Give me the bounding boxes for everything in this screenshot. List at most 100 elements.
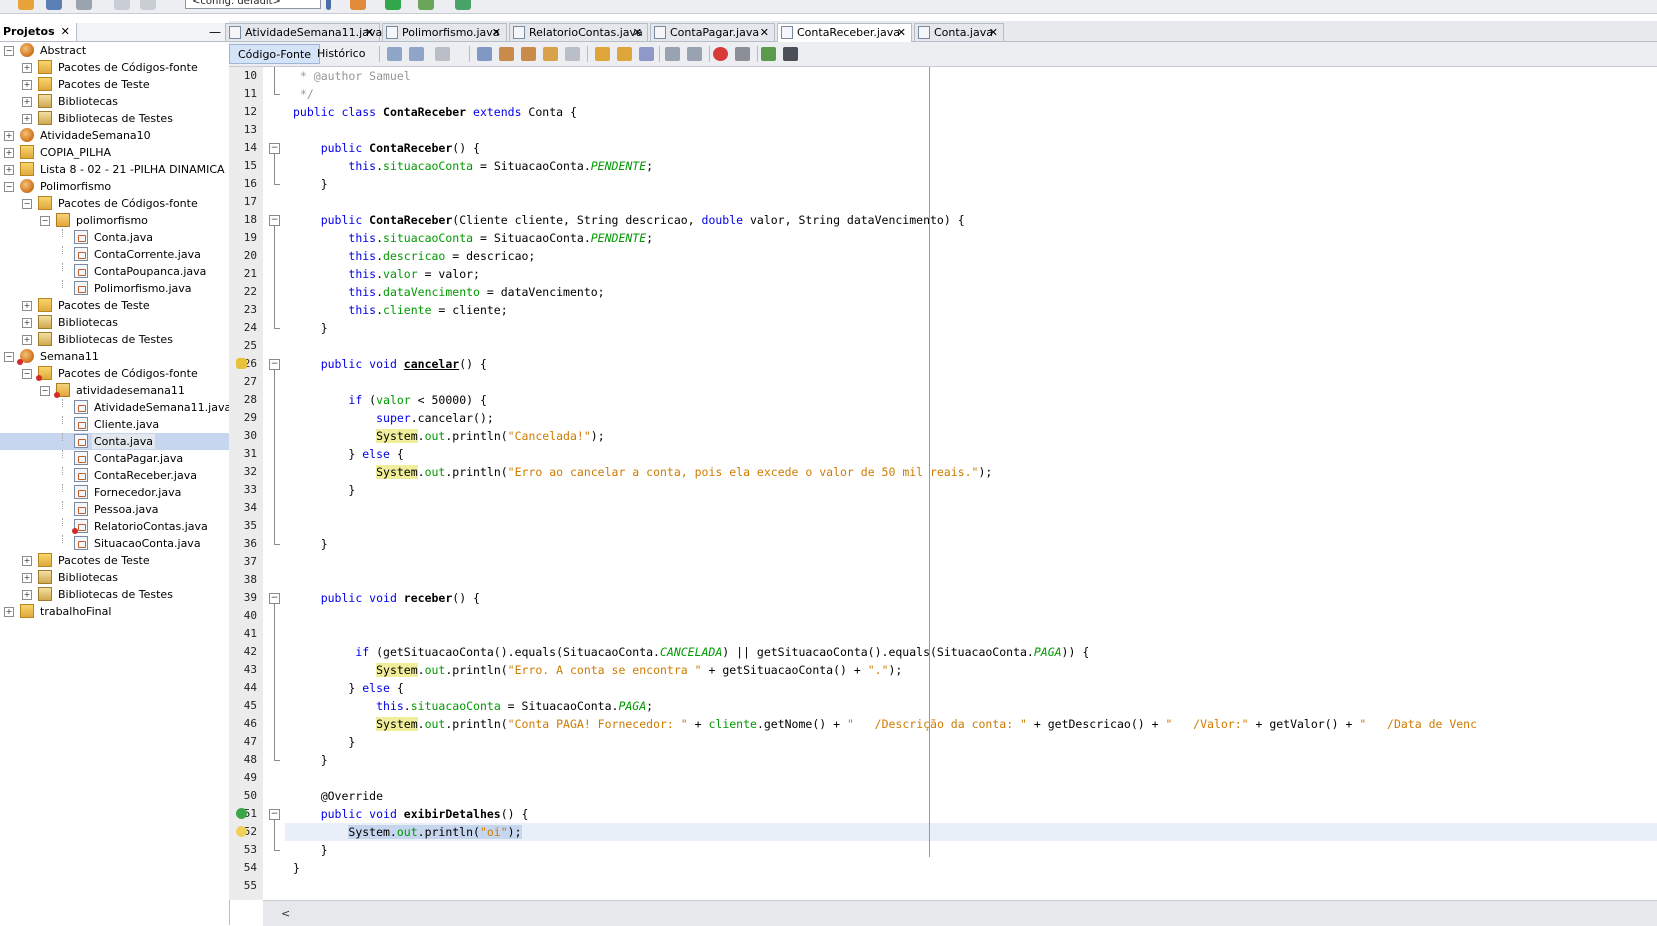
projects-tab[interactable]: Projetos ✕: [0, 23, 77, 41]
expand-icon[interactable]: +: [22, 335, 32, 345]
expand-icon[interactable]: +: [22, 114, 32, 124]
tree-item[interactable]: + Bibliotecas de Testes: [0, 331, 229, 348]
code-editor[interactable]: * @author Samuel */ public class ContaRec…: [285, 67, 1657, 900]
horizontal-scrollbar[interactable]: <: [263, 900, 1657, 926]
find-next-icon[interactable]: [521, 47, 536, 61]
tree-item[interactable]: ContaPagar.java: [0, 450, 229, 467]
tree-item[interactable]: − Abstract: [0, 42, 229, 59]
expand-icon[interactable]: +: [22, 556, 32, 566]
source-view-tab[interactable]: Código-Fonte: [229, 44, 321, 64]
toggle-rect-selection-icon[interactable]: [565, 47, 580, 61]
tree-item[interactable]: + trabalhoFinal: [0, 603, 229, 620]
undo-icon[interactable]: [114, 0, 130, 10]
expand-icon[interactable]: +: [4, 165, 14, 175]
collapse-icon[interactable]: −: [22, 199, 32, 209]
tree-item[interactable]: AtividadeSemana11.java: [0, 399, 231, 416]
profile-icon[interactable]: [455, 0, 471, 10]
tree-item[interactable]: Cliente.java: [0, 416, 229, 433]
scroll-left-arrow[interactable]: <: [281, 907, 290, 920]
expand-icon[interactable]: +: [22, 590, 32, 600]
collapse-icon[interactable]: −: [40, 386, 50, 396]
close-tab-icon[interactable]: ✕: [633, 24, 642, 41]
tree-item[interactable]: − Polimorfismo: [0, 178, 229, 195]
previous-bookmark-icon[interactable]: [595, 47, 610, 61]
tree-item[interactable]: RelatorioContas.java: [0, 518, 229, 535]
shift-left-icon[interactable]: [665, 47, 680, 61]
tree-item[interactable]: Fornecedor.java: [0, 484, 229, 501]
tree-item[interactable]: + Pacotes de Teste: [0, 552, 229, 569]
expand-icon[interactable]: +: [22, 318, 32, 328]
expand-icon[interactable]: +: [4, 607, 14, 617]
start-macro-recording-icon[interactable]: [713, 47, 728, 61]
close-tab-icon[interactable]: ✕: [492, 24, 501, 41]
tree-item[interactable]: Conta.java: [0, 433, 229, 450]
comment-icon[interactable]: [761, 47, 776, 61]
run-icon[interactable]: [385, 0, 401, 10]
tree-item[interactable]: Pessoa.java: [0, 501, 229, 518]
warning-bulb-icon[interactable]: [236, 358, 247, 369]
last-edit-icon[interactable]: [435, 47, 450, 61]
close-tab-icon[interactable]: ✕: [989, 24, 998, 41]
close-icon[interactable]: ✕: [61, 25, 70, 38]
expand-icon[interactable]: +: [4, 131, 14, 141]
tree-item[interactable]: ContaPoupanca.java: [0, 263, 229, 280]
expand-icon[interactable]: +: [22, 97, 32, 107]
find-icon[interactable]: [477, 47, 492, 61]
tree-item[interactable]: + COPIA_PILHA: [0, 144, 229, 161]
configuration-select[interactable]: <config. default>: [185, 0, 321, 9]
tree-item[interactable]: + Pacotes de Teste: [0, 297, 229, 314]
override-icon[interactable]: [236, 808, 247, 819]
minimize-icon[interactable]: —: [209, 23, 221, 41]
tree-item[interactable]: + Bibliotecas de Testes: [0, 586, 229, 603]
toggle-highlight-icon[interactable]: [543, 47, 558, 61]
editor-tab[interactable]: ContaReceber.java ✕: [777, 23, 912, 42]
next-bookmark-icon[interactable]: [617, 47, 632, 61]
tree-item[interactable]: ContaReceber.java: [0, 467, 229, 484]
tree-item[interactable]: − polimorfismo: [0, 212, 229, 229]
tree-item[interactable]: + Bibliotecas: [0, 93, 229, 110]
expand-icon[interactable]: +: [22, 301, 32, 311]
tree-item[interactable]: + Lista 8 - 02 - 21 -PILHA DINAMICA: [0, 161, 229, 178]
tree-item[interactable]: + Pacotes de Códigos-fonte: [0, 59, 229, 76]
collapse-fold-icon[interactable]: −: [269, 359, 280, 370]
clean-build-icon[interactable]: [350, 0, 366, 10]
close-tab-icon[interactable]: ✕: [760, 24, 769, 41]
save-all-icon[interactable]: [76, 0, 92, 10]
editor-tab[interactable]: ContaPagar.java ✕: [650, 23, 775, 41]
uncomment-icon[interactable]: [783, 47, 798, 61]
back-icon[interactable]: [387, 47, 402, 61]
expand-icon[interactable]: +: [22, 573, 32, 583]
expand-icon[interactable]: +: [22, 80, 32, 90]
hint-bulb-icon[interactable]: [236, 826, 247, 837]
collapse-icon[interactable]: −: [40, 216, 50, 226]
tree-item[interactable]: SituacaoConta.java: [0, 535, 229, 552]
close-tab-icon[interactable]: ✕: [365, 24, 374, 41]
tree-item[interactable]: + Bibliotecas de Testes: [0, 110, 229, 127]
build-icon[interactable]: [326, 0, 331, 10]
tree-item[interactable]: Conta.java: [0, 229, 229, 246]
tree-item[interactable]: ContaCorrente.java: [0, 246, 229, 263]
tree-item[interactable]: − atividadesemana11: [0, 382, 229, 399]
history-view-tab[interactable]: Histórico: [309, 44, 373, 64]
tree-item[interactable]: − Pacotes de Códigos-fonte: [0, 365, 229, 382]
collapse-fold-icon[interactable]: −: [269, 809, 280, 820]
close-tab-icon[interactable]: ✕: [897, 24, 906, 41]
tree-item[interactable]: − Semana11: [0, 348, 229, 365]
collapse-fold-icon[interactable]: −: [269, 143, 280, 154]
find-previous-icon[interactable]: [499, 47, 514, 61]
collapse-icon[interactable]: −: [4, 46, 14, 56]
editor-tab[interactable]: AtividadeSemana11.java ✕: [225, 23, 382, 41]
new-project-icon[interactable]: [18, 0, 34, 10]
tree-item[interactable]: + Pacotes de Teste: [0, 76, 229, 93]
collapse-fold-icon[interactable]: −: [269, 215, 280, 226]
editor-tab[interactable]: Conta.java ✕: [914, 23, 1004, 41]
stop-macro-recording-icon[interactable]: [735, 47, 750, 61]
toggle-bookmark-icon[interactable]: [639, 47, 654, 61]
forward-icon[interactable]: [409, 47, 424, 61]
collapse-icon[interactable]: −: [4, 352, 14, 362]
expand-icon[interactable]: +: [22, 63, 32, 73]
redo-icon[interactable]: [140, 0, 156, 10]
shift-right-icon[interactable]: [687, 47, 702, 61]
open-project-icon[interactable]: [46, 0, 62, 10]
collapse-icon[interactable]: −: [22, 369, 32, 379]
